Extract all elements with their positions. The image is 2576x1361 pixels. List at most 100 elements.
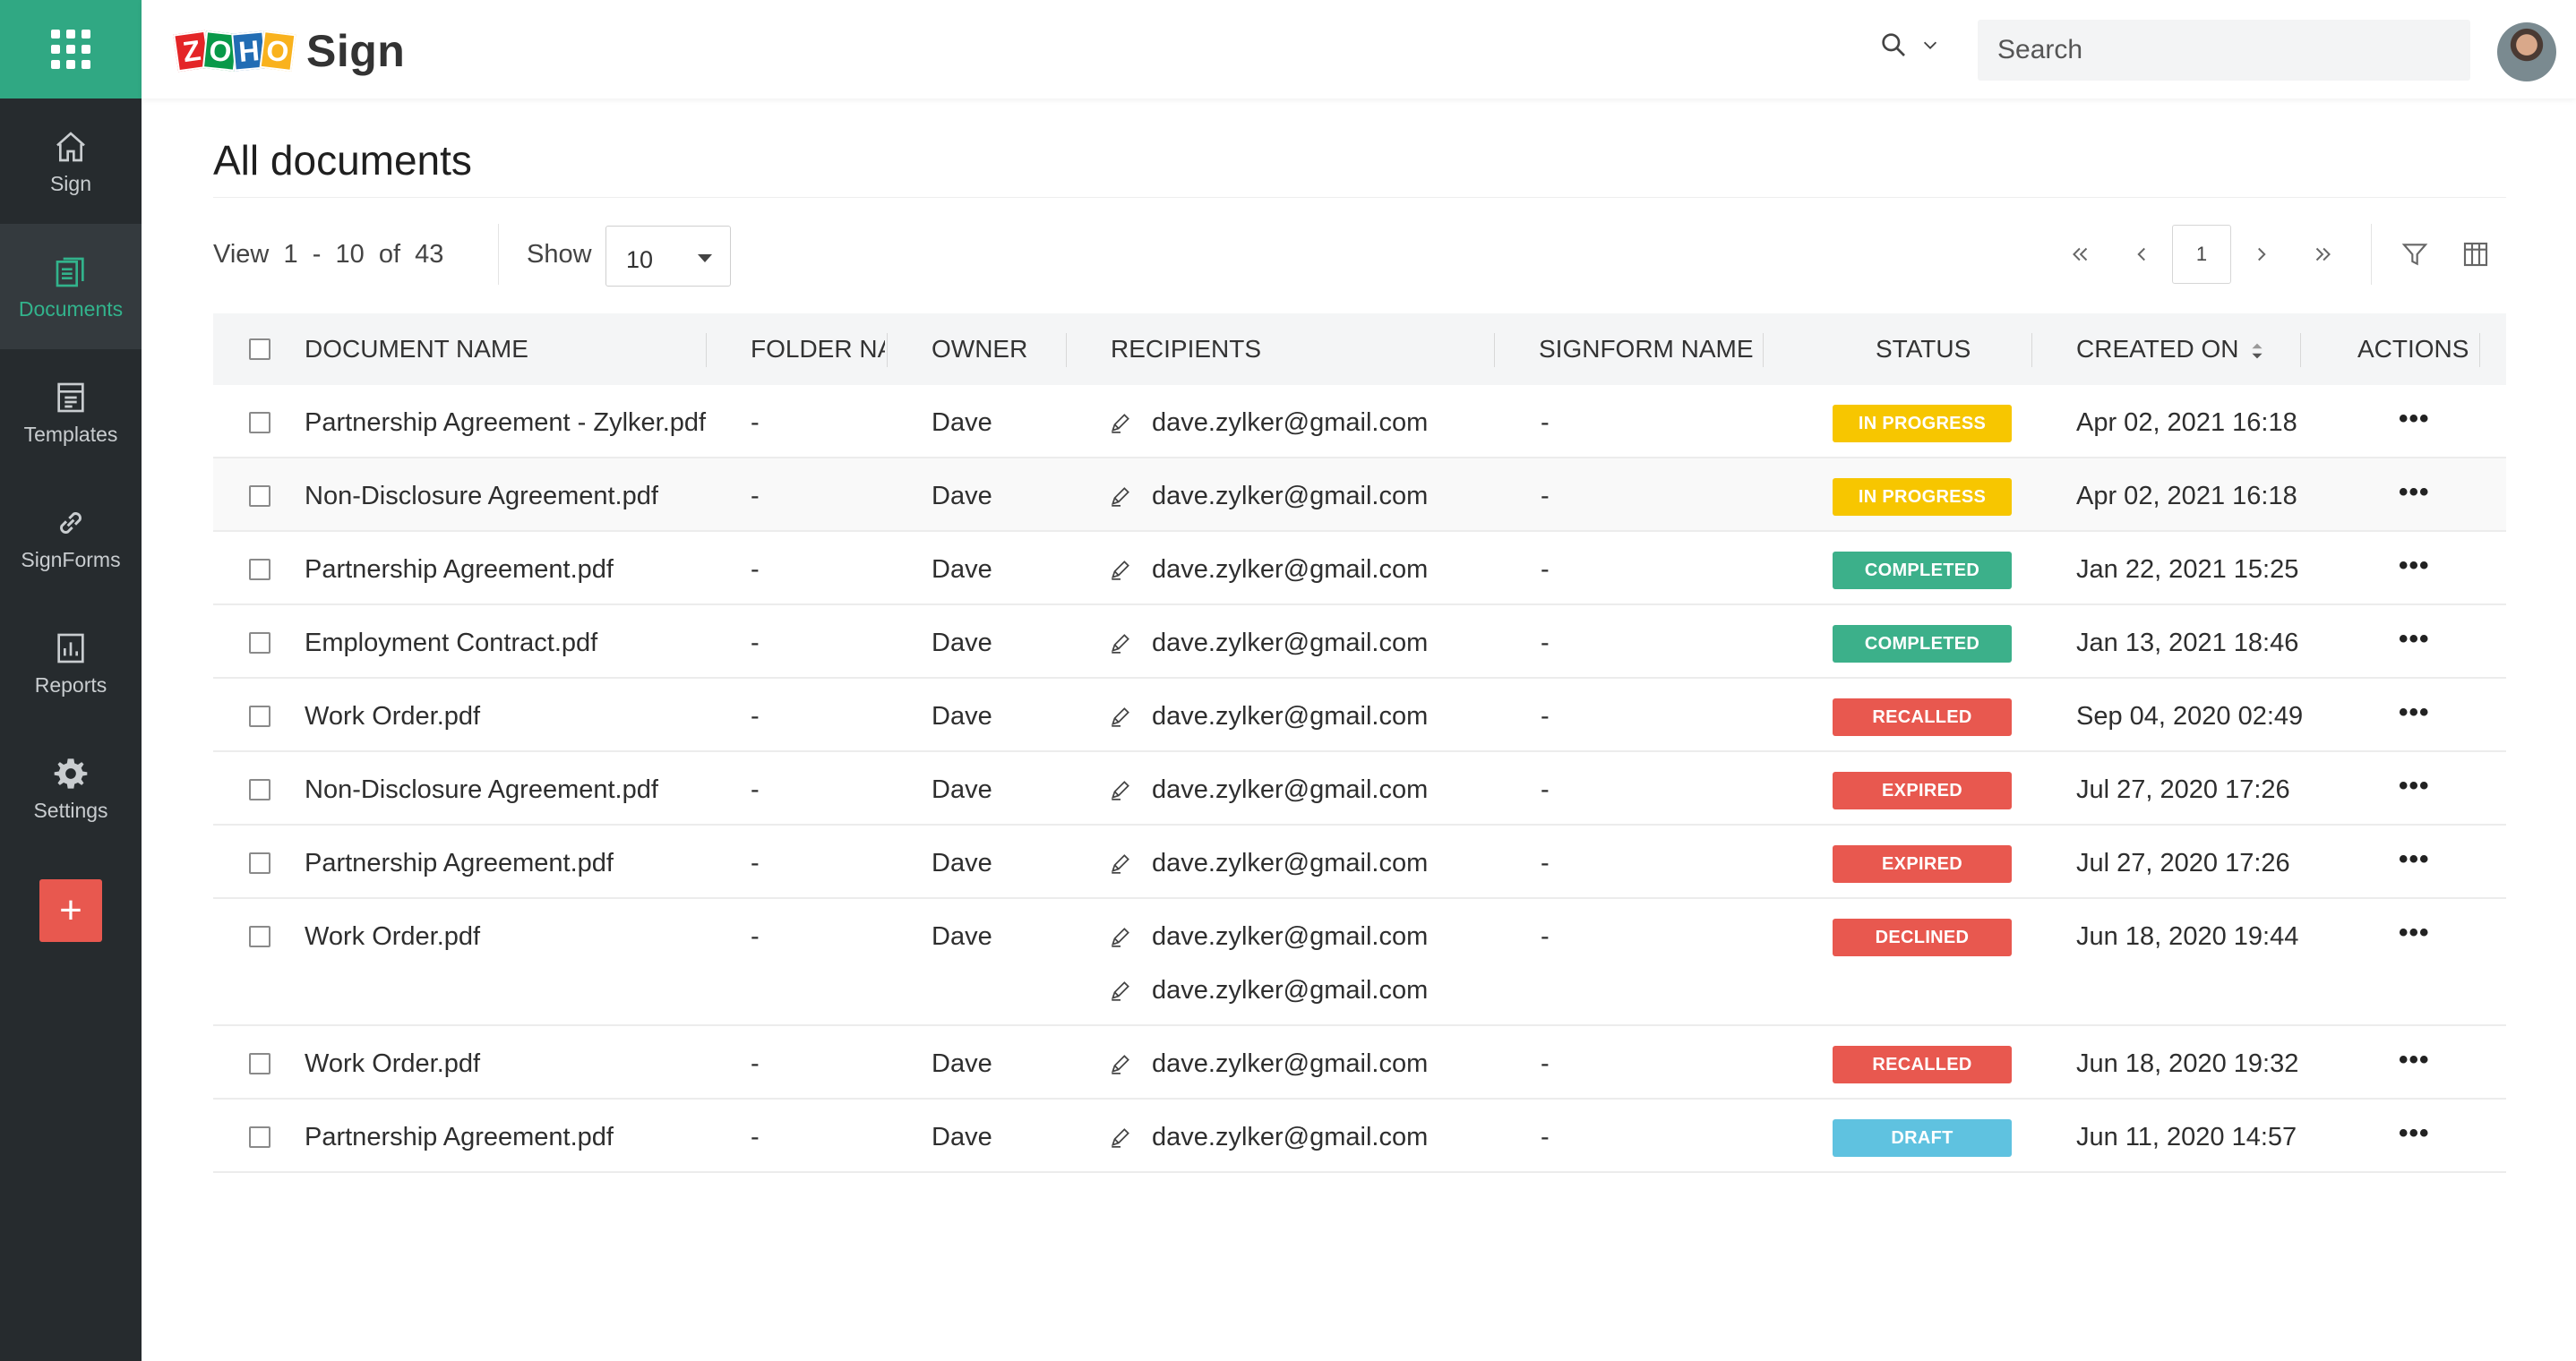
column-resizer[interactable] [2031,333,2032,367]
recipient-email: dave.zylker@gmail.com [1152,1049,1429,1078]
document-name[interactable]: Employment Contract.pdf [305,629,597,657]
table-row[interactable]: Partnership Agreement.pdf - Dave dave.zylke… [213,532,2506,605]
row-actions-menu[interactable]: ••• [2399,552,2430,579]
page-size-select[interactable]: 10 [605,226,731,287]
column-header-status[interactable]: STATUS [1876,313,1971,385]
column-resizer[interactable] [706,333,707,367]
document-name[interactable]: Work Order.pdf [305,922,480,951]
document-name[interactable]: Partnership Agreement.pdf [305,849,614,877]
column-resizer[interactable] [2300,333,2301,367]
table-row[interactable]: Work Order.pdf - Dave dave.zylker@gmail.com… [213,1026,2506,1100]
sidebar-item-documents[interactable]: Documents [0,224,142,349]
column-resizer[interactable] [1066,333,1067,367]
folder-name: - [751,1123,760,1151]
table-row[interactable]: Non-Disclosure Agreement.pdf - Dave dave.zy… [213,458,2506,532]
column-settings-button[interactable] [2445,224,2506,285]
pagination: 1 [2050,224,2506,285]
sidebar-item-label: Reports [34,672,107,697]
signform-name: - [1541,408,1550,437]
created-on: Jun 11, 2020 14:57 [2076,1123,2297,1151]
row-actions-menu[interactable]: ••• [2399,626,2430,653]
row-checkbox[interactable] [249,926,270,947]
avatar[interactable] [2497,22,2556,81]
row-actions-menu[interactable]: ••• [2399,920,2430,946]
row-checkbox[interactable] [249,559,270,580]
owner-name: Dave [932,849,992,877]
filter-button[interactable] [2384,224,2445,285]
column-header-owner[interactable]: OWNER [932,313,1027,385]
search-input[interactable] [1978,20,2470,81]
table-row[interactable]: Employment Contract.pdf - Dave dave.zylker@… [213,605,2506,679]
row-checkbox[interactable] [249,1053,270,1074]
table-row[interactable]: Work Order.pdf - Dave dave.zylker@gmail.com… [213,899,2506,1026]
document-name[interactable]: Non-Disclosure Agreement.pdf [305,482,658,510]
status-badge: DRAFT [1833,1119,2012,1157]
column-header-folder-name[interactable]: FOLDER NA [751,313,885,385]
column-header-document-name[interactable]: DOCUMENT NAME [305,313,528,385]
row-checkbox[interactable] [249,632,270,654]
row-checkbox[interactable] [249,779,270,800]
table-row[interactable]: Partnership Agreement.pdf - Dave dave.zylke… [213,826,2506,899]
sidebar-item-signforms[interactable]: SignForms [0,475,142,600]
column-resizer[interactable] [1494,333,1495,367]
recipients-list: dave.zylker@gmail.com [1109,555,1428,584]
zoho-sign-logo[interactable]: Z O H O Sign [173,25,405,77]
row-actions-menu[interactable]: ••• [2399,1120,2430,1147]
column-resizer[interactable] [887,333,888,367]
row-actions-menu[interactable]: ••• [2399,479,2430,506]
next-page-button[interactable] [2231,224,2292,285]
column-header-recipients[interactable]: RECIPIENTS [1111,313,1261,385]
signer-pen-icon [1111,487,1129,507]
first-page-button[interactable] [2050,224,2111,285]
recipient-email: dave.zylker@gmail.com [1152,1123,1429,1151]
row-checkbox[interactable] [249,485,270,507]
row-actions-menu[interactable]: ••• [2399,846,2430,873]
sidebar-item-templates[interactable]: Templates [0,349,142,475]
caret-down-icon [698,254,712,262]
row-actions-menu[interactable]: ••• [2399,773,2430,800]
select-all-checkbox[interactable] [249,338,270,360]
table-row[interactable]: Partnership Agreement.pdf - Dave dave.zylke… [213,1100,2506,1173]
recipient-item: dave.zylker@gmail.com [1109,775,1428,804]
document-name[interactable]: Non-Disclosure Agreement.pdf [305,775,658,804]
sidebar-item-reports[interactable]: Reports [0,600,142,725]
document-name[interactable]: Work Order.pdf [305,702,480,731]
status-badge: IN PROGRESS [1833,405,2012,442]
add-button[interactable]: + [39,879,102,942]
sidebar-item-settings[interactable]: Settings [0,725,142,851]
document-name[interactable]: Partnership Agreement - Zylker.pdf [305,408,706,437]
row-checkbox[interactable] [249,412,270,433]
column-resizer[interactable] [2479,333,2480,367]
table-row[interactable]: Work Order.pdf - Dave dave.zylker@gmail.com… [213,679,2506,752]
prev-page-button[interactable] [2111,224,2172,285]
documents-table: DOCUMENT NAME FOLDER NA OWNER RECIPIENTS… [213,313,2506,1173]
search-scope-dropdown[interactable] [1879,30,1940,59]
status-badge: RECALLED [1833,698,2012,736]
row-checkbox[interactable] [249,852,270,874]
owner-name: Dave [932,922,992,951]
column-header-actions: ACTIONS [2357,335,2469,363]
document-name[interactable]: Partnership Agreement.pdf [305,555,614,584]
document-name[interactable]: Work Order.pdf [305,1049,480,1078]
signform-name: - [1541,775,1550,804]
view-range-text: View 1 - 10 of 43 [213,240,444,269]
column-header-signform-name[interactable]: SIGNFORM NAME [1539,313,1754,385]
row-actions-menu[interactable]: ••• [2399,1047,2430,1074]
column-header-created-on[interactable]: CREATED ON [2076,313,2263,385]
row-actions-menu[interactable]: ••• [2399,699,2430,726]
row-checkbox[interactable] [249,1126,270,1148]
filter-icon [2401,244,2428,266]
recipient-email: dave.zylker@gmail.com [1152,702,1429,731]
last-page-button[interactable] [2292,224,2353,285]
row-actions-menu[interactable]: ••• [2399,406,2430,432]
app-launcher-button[interactable] [0,0,142,98]
table-row[interactable]: Non-Disclosure Agreement.pdf - Dave dave.zy… [213,752,2506,826]
document-name[interactable]: Partnership Agreement.pdf [305,1123,614,1151]
sidebar-item-sign[interactable]: Sign [0,98,142,224]
column-resizer[interactable] [1763,333,1764,367]
page-number-input[interactable]: 1 [2172,225,2231,284]
status-badge: EXPIRED [1833,845,2012,883]
table-row[interactable]: Partnership Agreement - Zylker.pdf - Dave d… [213,385,2506,458]
signer-pen-icon [1111,414,1129,433]
row-checkbox[interactable] [249,706,270,727]
